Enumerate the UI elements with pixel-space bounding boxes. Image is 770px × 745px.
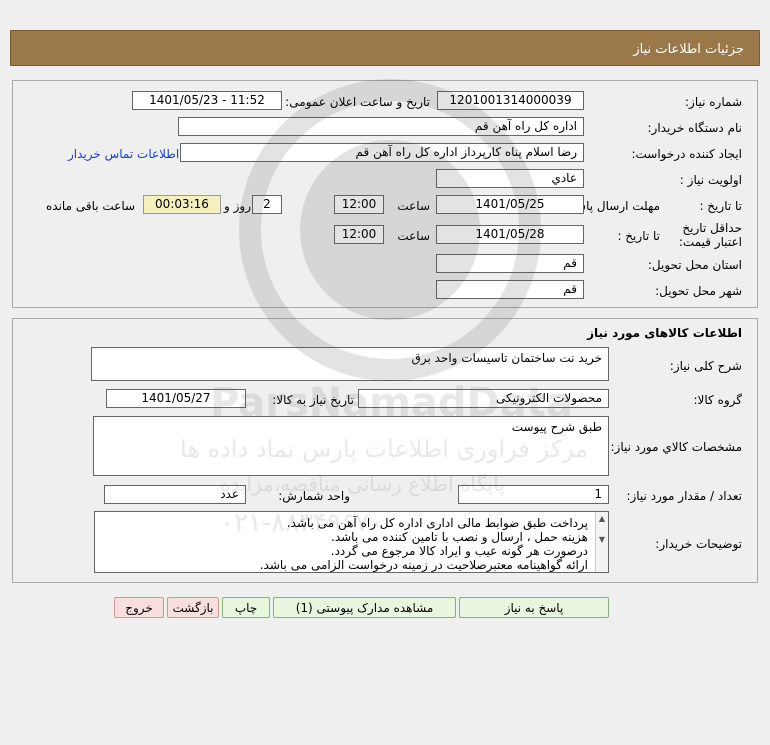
unit-label: واحد شمارش:: [278, 489, 350, 503]
desc-field: خرید نت ساختمان تاسیسات واحد برق: [91, 347, 609, 381]
exit-button[interactable]: خروج: [114, 597, 164, 618]
validity-to-date-label: تا تاریخ :: [617, 229, 660, 243]
notes-scrollbar[interactable]: ▲ ▼: [595, 512, 608, 572]
need-date-field: 1401/05/27: [106, 389, 246, 408]
send-date-field: 1401/05/25: [436, 195, 584, 214]
qty-label: تعداد / مقدار مورد نیاز:: [626, 489, 742, 503]
qty-field: 1: [458, 485, 609, 504]
notes-textarea[interactable]: پرداخت طبق ضوابط مالی اداری اداره کل راه…: [94, 511, 609, 573]
spec-label: مشخصات کالاي مورد نیاز:: [610, 440, 742, 454]
days-label: روز و: [224, 199, 251, 213]
group-label: گروه کالا:: [693, 393, 743, 407]
send-hour-label: ساعت: [397, 199, 430, 213]
priority-label: اولویت نیاز :: [679, 173, 742, 187]
validity-time-field: 12:00: [334, 225, 384, 244]
priority-field: عادي: [436, 169, 584, 188]
desc-label: شرح کلی نیاز:: [669, 359, 742, 373]
back-button[interactable]: بازگشت: [167, 597, 219, 618]
buyer-org-field: اداره کل راه آهن قم: [178, 117, 584, 136]
info-panel: [12, 80, 758, 308]
goods-section-title: اطلاعات کالاهای مورد نیاز: [587, 326, 742, 340]
buyer-org-label: نام دستگاه خریدار:: [647, 121, 743, 135]
city-label: شهر محل تحویل:: [655, 284, 742, 298]
creator-label: ایجاد کننده درخواست:: [631, 147, 742, 161]
need-number-field: 1201001314000039: [437, 91, 584, 110]
province-field: قم: [436, 254, 584, 273]
validity-date-field: 1401/05/28: [436, 225, 584, 244]
announce-label: تاریخ و ساعت اعلان عمومی:: [285, 95, 430, 109]
spec-field: طبق شرح پیوست: [93, 416, 609, 476]
notes-line: ارائه گواهینامه معتبرصلاحیت در زمینه درخ…: [259, 558, 588, 572]
buyer-contact-link[interactable]: اطلاعات تماس خریدار: [68, 147, 179, 161]
page-title: جزئیات اطلاعات نیاز: [633, 42, 744, 57]
print-button[interactable]: چاپ: [222, 597, 270, 618]
notes-line: هزینه حمل ، ارسال و نصب با تامین کننده م…: [331, 530, 588, 544]
validity-label: حداقل تاریخ اعتبار قیمت:: [678, 221, 742, 249]
notes-line: درصورت هر گونه عیب و ایراد کالا مرجوع می…: [330, 544, 588, 558]
city-field: قم: [436, 280, 584, 299]
send-time-field: 12:00: [334, 195, 384, 214]
page-header: جزئیات اطلاعات نیاز: [10, 30, 760, 66]
announce-field: 1401/05/23 - 11:52: [132, 91, 282, 110]
reply-button[interactable]: پاسخ به نیاز: [459, 597, 609, 618]
need-number-label: شماره نیاز:: [685, 95, 742, 109]
notes-line: پرداخت طبق ضوابط مالی اداری اداره کل راه…: [286, 516, 588, 530]
scroll-down-icon[interactable]: ▼: [596, 535, 608, 544]
need-date-label: تاریخ نیاز به کالا:: [272, 393, 354, 407]
scroll-up-icon[interactable]: ▲: [596, 514, 608, 523]
attachments-button[interactable]: مشاهده مدارک پیوستی (1): [273, 597, 456, 618]
group-field: محصولات الکترونیکی: [358, 389, 609, 408]
unit-field: عدد: [104, 485, 246, 504]
notes-label: توضیحات خریدار:: [655, 537, 742, 551]
validity-hour-label: ساعت: [397, 229, 430, 243]
send-to-date-label: تا تاریخ :: [699, 199, 742, 213]
province-label: استان محل تحویل:: [647, 258, 742, 272]
remaining-timer: 00:03:16: [143, 195, 221, 214]
days-field: 2: [252, 195, 282, 214]
remaining-label: ساعت باقی مانده: [46, 199, 136, 213]
creator-field: رضا اسلام پناه کارپرداز اداره کل راه آهن…: [180, 143, 584, 162]
